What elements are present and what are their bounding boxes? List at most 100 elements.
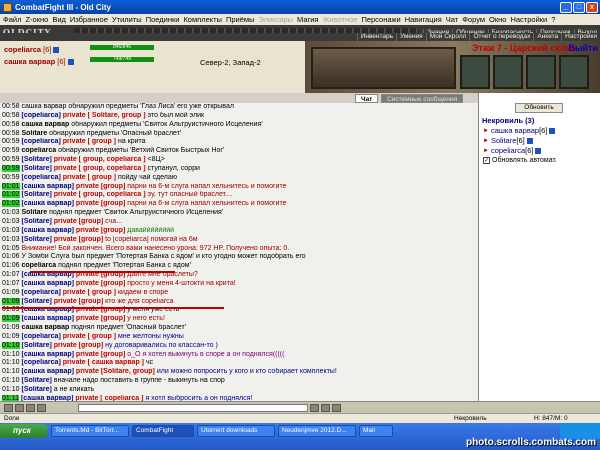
message-time[interactable]: 00:58 — [2, 103, 20, 110]
message-time[interactable]: 00:59 — [2, 174, 20, 181]
taskbar-button[interactable]: Utorrent downloads — [197, 425, 275, 437]
message-time[interactable]: 01:07 — [2, 280, 20, 287]
info-icon[interactable] — [67, 58, 74, 65]
menu-item[interactable]: Поединки — [146, 15, 180, 24]
player-name[interactable]: copeliarca — [4, 45, 41, 54]
message-private-target[interactable]: private [Solitare, group] — [76, 368, 155, 375]
menu-item[interactable]: Файл — [3, 15, 21, 24]
menu-item[interactable]: Приёмы — [226, 15, 254, 24]
menu-item[interactable]: Чат — [446, 15, 458, 24]
minimize-button[interactable]: _ — [560, 1, 572, 13]
info-icon[interactable] — [526, 138, 533, 144]
message-time[interactable]: 01:06 — [2, 262, 20, 269]
message-private-target[interactable]: private [group] — [54, 236, 103, 243]
message-author[interactable]: [copeliarca] — [21, 333, 60, 340]
message-actor[interactable]: Solitare — [21, 130, 47, 137]
message-actor[interactable]: Solitare — [21, 209, 47, 216]
message-author[interactable]: [copeliarca] — [21, 174, 60, 181]
taskbar-button[interactable]: Torrents.Md - BitTorr... — [51, 425, 129, 437]
refresh-button[interactable]: Обновить — [515, 103, 563, 113]
message-time[interactable]: 01:03 — [2, 236, 20, 243]
menu-item[interactable]: Форум — [462, 15, 485, 24]
toolbar-icon[interactable] — [310, 403, 319, 412]
message-author[interactable]: [сашка варвар] — [21, 227, 73, 234]
message-author[interactable]: [сашка варвар] — [21, 368, 73, 375]
maximize-button[interactable]: □ — [573, 1, 585, 13]
auto-refresh-toggle[interactable]: ✓ Обновлять автомат. — [483, 157, 557, 164]
online-user-name[interactable]: Solitare — [491, 136, 516, 146]
menu-item[interactable]: Животное — [323, 15, 358, 24]
message-actor[interactable]: сашка варвар — [21, 121, 69, 128]
message-time[interactable]: 01:09 — [2, 315, 20, 323]
party-portrait[interactable] — [559, 55, 589, 89]
message-author[interactable]: [Solitare] — [21, 156, 51, 163]
menu-item[interactable]: Утилиты — [112, 15, 142, 24]
message-time[interactable]: 01:02 — [2, 200, 20, 208]
message-author[interactable]: [сашка варвар] — [21, 280, 73, 287]
message-author[interactable]: [Solitare] — [21, 165, 51, 172]
message-author[interactable]: [copeliarca] — [21, 359, 60, 366]
header-tab[interactable]: Инвентарь — [356, 33, 396, 41]
message-time[interactable]: 00:59 — [2, 164, 20, 172]
message-actor[interactable]: сашка варвар — [21, 324, 69, 331]
message-time[interactable]: 01:09 — [2, 324, 20, 331]
chat-input[interactable] — [78, 403, 308, 412]
message-private-target[interactable]: private [ сашка варвар ] — [63, 359, 144, 366]
message-time[interactable]: 01:10 — [2, 341, 20, 349]
message-private-target[interactable]: private [group] — [76, 227, 125, 234]
menu-item[interactable]: Комплекты — [183, 15, 222, 24]
taskbar-button[interactable]: CombatFight — [132, 425, 194, 437]
message-time[interactable]: 01:10 — [2, 368, 20, 375]
message-time[interactable]: 01:10 — [2, 359, 20, 366]
menu-item[interactable]: Вид — [52, 15, 66, 24]
message-time[interactable]: 01:01 — [2, 182, 20, 190]
menu-item[interactable]: Избранное — [70, 15, 108, 24]
message-private-target[interactable]: private [ group ] — [63, 333, 116, 340]
online-user-name[interactable]: сашка варвар — [491, 126, 539, 136]
message-time[interactable]: 00:59 — [2, 138, 20, 145]
window-titlebar[interactable]: CombatFight III - Old City _ □ x — [0, 0, 600, 14]
message-private-target[interactable]: private [ group ] — [63, 138, 116, 145]
menu-item[interactable]: Окно — [489, 15, 506, 24]
message-author[interactable]: [copeliarca] — [21, 138, 60, 145]
message-author[interactable]: [Solitare] — [21, 377, 51, 384]
arrow-icon[interactable]: ► — [483, 146, 489, 156]
message-private-target[interactable]: private [group] — [76, 315, 125, 322]
menu-item[interactable]: ? — [551, 15, 555, 24]
message-private-target[interactable]: private [group] — [76, 183, 125, 190]
message-author[interactable]: [Solitare] — [21, 298, 51, 305]
message-author[interactable]: [Solitare] — [21, 342, 51, 349]
info-icon[interactable] — [549, 128, 556, 134]
message-private-target[interactable]: private [ group ] — [63, 174, 116, 181]
message-private-target[interactable]: private [group] — [76, 351, 125, 358]
message-author[interactable]: [copeliarca] — [21, 289, 60, 296]
message-actor[interactable]: copeliarca — [21, 147, 56, 154]
toolbar-icon[interactable] — [332, 403, 341, 412]
online-user[interactable]: ► сашка варвар [6] — [483, 126, 556, 136]
message-time[interactable]: 01:10 — [2, 377, 20, 384]
message-author[interactable]: [Solitare] — [21, 386, 51, 393]
header-tab[interactable]: Умения — [396, 33, 426, 41]
message-author[interactable]: [Solitare] — [21, 236, 51, 243]
message-private-target[interactable]: private [ group, copeliarca ] — [54, 165, 146, 172]
message-author[interactable]: [copeliarca] — [21, 112, 60, 119]
message-time[interactable]: 01:09 — [2, 289, 20, 296]
info-icon[interactable] — [535, 148, 542, 154]
message-private-target[interactable]: private [group] — [76, 200, 125, 207]
player-name[interactable]: сашка варвар — [4, 57, 55, 66]
exit-link[interactable]: Выйти — [568, 43, 598, 53]
header-tab[interactable]: Настройки — [561, 33, 600, 41]
message-time[interactable]: 01:03 — [2, 218, 20, 225]
menu-item[interactable]: Настройки — [510, 15, 547, 24]
message-private-target[interactable]: private [group] — [54, 298, 103, 305]
message-time[interactable]: 01:10 — [2, 351, 20, 358]
tab-system-messages[interactable]: Системные сообщения — [381, 94, 464, 103]
message-author[interactable]: [сашка варвар] — [21, 183, 73, 190]
message-author[interactable]: [Solitare] — [21, 191, 51, 198]
message-time[interactable]: 00:59 — [2, 147, 20, 154]
header-tab[interactable]: Отчет о переводах — [469, 33, 533, 41]
toolbar-icon[interactable] — [321, 403, 330, 412]
message-private-target[interactable]: private [ group ] — [63, 289, 116, 296]
taskbar-button[interactable]: Neudenjmve 2012.D... — [278, 425, 356, 437]
message-private-target[interactable]: private [group] — [76, 280, 125, 287]
